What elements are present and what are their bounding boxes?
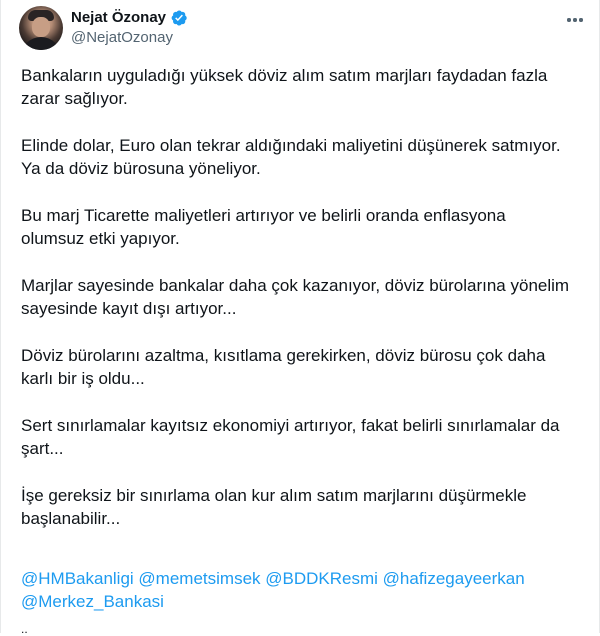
more-dot [579, 18, 583, 22]
avatar-shoulders [21, 37, 61, 50]
tweet-paragraph: Bankaların uyguladığı yüksek döviz alım … [21, 66, 548, 108]
mention-link-memetsimsek[interactable]: @memetsimsek [138, 569, 260, 588]
author-handle[interactable]: @NejatOzonay [71, 29, 188, 46]
tweet-paragraph: İşe gereksiz bir sınırlama olan kur alım… [21, 486, 527, 528]
display-name[interactable]: Nejat Özonay [71, 9, 166, 26]
more-dot [567, 18, 571, 22]
mentions: @HMBakanligi @memetsimsek @BDDKResmi @ha… [21, 567, 583, 613]
display-name-row: Nejat Özonay [71, 7, 188, 28]
tweet-paragraph: Marjlar sayesinde bankalar daha çok kaza… [21, 276, 570, 318]
mention-link-bddkresmi[interactable]: @BDDKResmi [265, 569, 378, 588]
mention-link-merkez-bankasi[interactable]: @Merkez_Bankasi [21, 592, 164, 611]
mention-link-hmbakanligi[interactable]: @HMBakanligi [21, 569, 134, 588]
more-dot [573, 18, 577, 22]
more-horizontal-icon[interactable] [565, 10, 585, 30]
truncated-text: .. [21, 622, 28, 636]
tweet-paragraph: Bu marj Ticarette maliyetleri artırıyor … [21, 206, 506, 248]
mention-link-hafizegayeerkan[interactable]: @hafizegayeerkan [383, 569, 525, 588]
tweet-text: Bankaların uyguladığı yüksek döviz alım … [21, 64, 583, 554]
tweet-paragraph: Elinde dolar, Euro olan tekrar aldığında… [21, 136, 561, 178]
verified-badge-icon[interactable] [170, 9, 188, 27]
author-names: Nejat Özonay @NejatOzonay [71, 7, 188, 46]
tweet-header: Nejat Özonay @NejatOzonay [19, 6, 589, 50]
tweet-card: Nejat Özonay @NejatOzonay Bankaların uyg… [0, 0, 600, 636]
tweet-paragraph: Döviz bürolarını azaltma, kısıtlama gere… [21, 346, 546, 388]
avatar-face [32, 17, 50, 37]
avatar[interactable] [19, 6, 63, 50]
tweet-paragraph: Sert sınırlamalar kayıtsız ekonomiyi art… [21, 416, 560, 458]
